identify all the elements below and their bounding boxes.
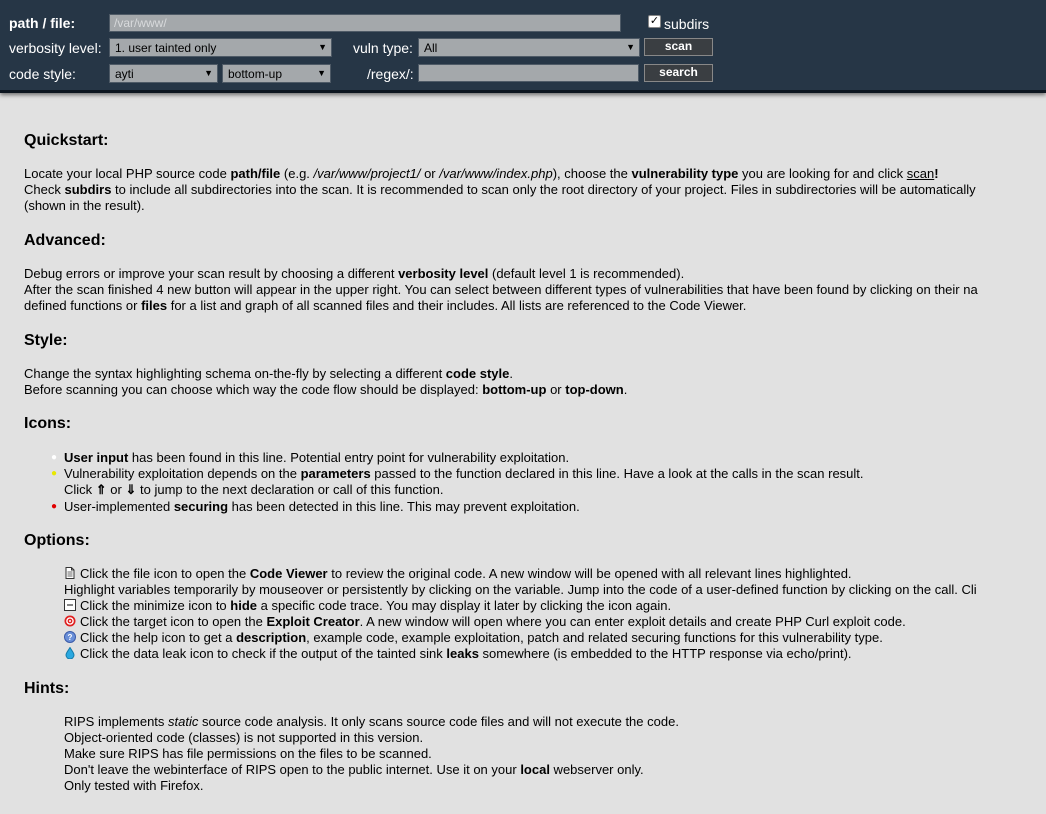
code-style-select[interactable]: ayti ▼ (109, 64, 218, 83)
verbosity-select[interactable]: 1. user tainted only ▼ (109, 38, 332, 57)
hints-item-firefox: Only tested with Firefox. (64, 778, 204, 793)
quickstart-line-2: Check subdirs to include all subdirector… (24, 182, 976, 197)
quickstart-heading: Quickstart: (24, 132, 109, 149)
style-line-2: Before scanning you can choose which way… (24, 382, 628, 397)
icons-item-securing: User-implemented securing has been detec… (64, 499, 580, 514)
chevron-down-icon: ▼ (204, 68, 213, 78)
arrow-up-icon: ⇑ (95, 482, 107, 497)
arrow-down-icon: ⇓ (125, 482, 137, 497)
chevron-down-icon: ▼ (626, 42, 635, 52)
subdirs-checkbox[interactable]: ✓ (648, 15, 661, 28)
scan-button[interactable]: scan (644, 38, 713, 56)
icons-item-parameters: Vulnerability exploitation depends on th… (64, 466, 864, 481)
advanced-line-3: defined functions or files for a list an… (24, 298, 747, 313)
verbosity-value: 1. user tainted only (115, 41, 217, 55)
chevron-down-icon: ▼ (317, 68, 326, 78)
regex-input[interactable] (418, 64, 639, 82)
advanced-line-2: After the scan finished 4 new button wil… (24, 282, 978, 297)
data-leak-icon[interactable] (64, 647, 76, 659)
options-item-data-leak: Click the data leak icon to check if the… (64, 646, 852, 662)
file-icon[interactable] (64, 567, 76, 579)
subdirs-label: subdirs (664, 16, 710, 32)
target-icon[interactable] (64, 615, 76, 627)
parameters-bullet-icon: ● (51, 468, 58, 479)
path-input[interactable] (109, 14, 621, 32)
options-heading: Options: (24, 532, 90, 549)
minimize-icon[interactable] (64, 599, 76, 611)
hints-heading: Hints: (24, 680, 70, 697)
path-label: path / file: (9, 15, 76, 31)
search-button[interactable]: search (644, 64, 713, 82)
vuln-type-select[interactable]: All ▼ (418, 38, 640, 57)
advanced-heading: Advanced: (24, 232, 106, 249)
options-item-code-viewer: Click the file icon to open the Code Vie… (64, 566, 852, 582)
hints-item-static: RIPS implements static source code analy… (64, 714, 679, 729)
vuln-type-value: All (424, 41, 438, 55)
hints-item-oop: Object-oriented code (classes) is not su… (64, 730, 424, 745)
regex-label: /regex/: (367, 66, 414, 82)
style-heading: Style: (24, 332, 68, 349)
toolbar: path / file: ✓ subdirs verbosity level: … (0, 0, 1046, 93)
svg-text:?: ? (68, 633, 73, 642)
advanced-line-1: Debug errors or improve your scan result… (24, 266, 685, 281)
vuln-type-label: vuln type: (353, 40, 413, 56)
help-icon[interactable]: ? (64, 631, 76, 643)
hints-item-permissions: Make sure RIPS has file permissions on t… (64, 746, 432, 761)
icons-item-parameters-note: Click ⇑ or ⇓ to jump to the next declara… (64, 482, 444, 497)
verbosity-label: verbosity level: (9, 40, 102, 56)
chevron-down-icon: ▼ (318, 42, 327, 52)
flow-direction-value: bottom-up (228, 67, 283, 81)
flow-direction-select[interactable]: bottom-up ▼ (222, 64, 331, 83)
securing-bullet-icon: ● (51, 501, 58, 512)
hints-item-local: Don't leave the webinterface of RIPS ope… (64, 762, 644, 777)
icons-heading: Icons: (24, 415, 72, 432)
options-item-exploit-creator: Click the target icon to open the Exploi… (64, 614, 906, 630)
options-item-help: ? Click the help icon to get a descriptio… (64, 630, 883, 646)
quickstart-line-3: (shown in the result). (24, 198, 145, 213)
options-item-code-viewer-note: Highlight variables temporarily by mouse… (64, 582, 977, 597)
options-item-minimize: Click the minimize icon to hide a specif… (64, 598, 671, 614)
code-style-label: code style: (9, 66, 76, 82)
icons-item-user-input: User input has been found in this line. … (64, 450, 570, 465)
code-style-value: ayti (115, 67, 134, 81)
scan-link[interactable]: scan (907, 166, 934, 181)
style-line-1: Change the syntax highlighting schema on… (24, 366, 514, 381)
quickstart-line-1: Locate your local PHP source code path/f… (24, 166, 939, 181)
user-input-bullet-icon: ● (51, 452, 58, 463)
